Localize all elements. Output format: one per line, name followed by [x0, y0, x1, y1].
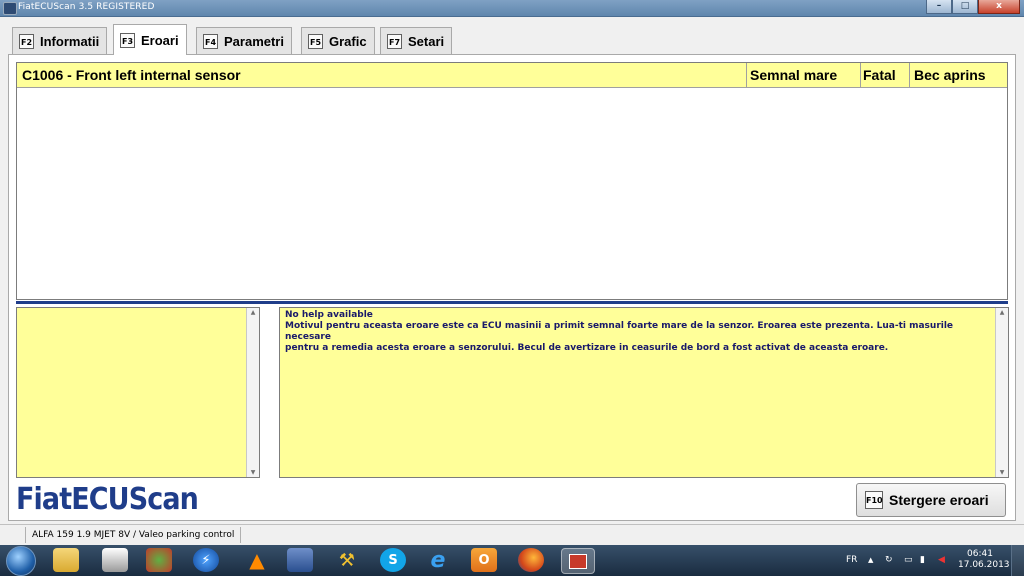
speed-icon[interactable]: ⚡ [193, 548, 219, 572]
column-fatal[interactable]: Fatal [863, 63, 896, 87]
tab-label: Parametri [224, 33, 284, 49]
app-icon[interactable] [3, 2, 17, 15]
tab-label: Setari [408, 33, 445, 49]
minimize-button[interactable]: – [926, 0, 952, 14]
ie-icon[interactable]: e [425, 548, 451, 573]
clock-date: 17.06.2013 [958, 560, 1010, 570]
help-text: No help available Motivul pentru aceasta… [285, 310, 985, 354]
language-indicator[interactable]: FR [846, 545, 857, 576]
close-button[interactable]: x [978, 0, 1020, 14]
f2-key-icon: F2 [19, 33, 34, 49]
volume-icon[interactable]: ◀ [938, 545, 945, 576]
vehicle-status: ALFA 159 1.9 MJET 8V / Valeo parking con… [25, 527, 242, 543]
tab-label: Grafic [329, 33, 367, 49]
column-separator [746, 63, 747, 87]
help-line: pentru a remedia acesta eroare a senzoru… [285, 343, 889, 353]
window-controls: – □ x [926, 0, 1020, 14]
error-info-box[interactable]: ▲ ▼ [16, 307, 260, 478]
status-bar: ALFA 159 1.9 MJET 8V / Valeo parking con… [0, 524, 1024, 545]
tab-setari[interactable]: F7 Setari [380, 27, 453, 54]
title-bar[interactable]: FiatECUScan 3.5 REGISTERED – □ x [0, 0, 1024, 17]
clock-time: 06:41 [967, 549, 993, 559]
network-icon[interactable] [287, 548, 313, 572]
show-desktop-button[interactable] [1011, 545, 1024, 576]
firefox-icon[interactable] [518, 548, 544, 572]
taskbar: ⚡ ▲ ⚒ S e O FR ▲ ↻ ▭ ▮ ◀ 06:41 17.06.201… [0, 545, 1024, 576]
tab-parametri[interactable]: F4 Parametri [196, 27, 292, 54]
f3-key-icon: F3 [120, 32, 135, 48]
errors-table[interactable]: C1006 - Front left internal sensor Semna… [16, 62, 1008, 300]
scroll-down-icon[interactable]: ▼ [996, 469, 1008, 476]
f7-key-icon: F7 [387, 33, 402, 49]
fiatecuscan-icon[interactable] [561, 548, 595, 574]
column-separator [860, 63, 861, 87]
left-scrollbar[interactable]: ▲ ▼ [246, 308, 259, 477]
column-bec-aprins[interactable]: Bec aprins [914, 63, 986, 87]
explorer-icon[interactable] [53, 548, 79, 572]
security-icon[interactable] [146, 548, 172, 572]
tab-label: Eroari [141, 32, 179, 48]
outlook-icon[interactable]: O [471, 548, 497, 572]
sync-icon[interactable]: ↻ [885, 545, 893, 576]
app-icon[interactable] [102, 548, 128, 572]
start-button[interactable] [6, 546, 36, 576]
column-separator [909, 63, 910, 87]
window-title: FiatECUScan 3.5 REGISTERED [18, 2, 155, 12]
clear-errors-label: Stergere eroari [889, 492, 989, 508]
show-hidden-icons[interactable]: ▲ [868, 545, 873, 576]
errors-table-header: C1006 - Front left internal sensor Semna… [17, 63, 1007, 88]
f10-key-icon: F10 [865, 491, 883, 509]
scroll-up-icon[interactable]: ▲ [996, 309, 1008, 316]
tab-informatii[interactable]: F2 Informatii [12, 27, 108, 54]
skype-icon[interactable]: S [380, 548, 406, 572]
section-divider [16, 301, 1008, 304]
tools-icon[interactable]: ⚒ [334, 548, 360, 572]
battery-icon[interactable]: ▭ [904, 545, 913, 576]
maximize-button[interactable]: □ [952, 0, 978, 14]
scroll-down-icon[interactable]: ▼ [247, 469, 259, 476]
tab-grafic[interactable]: F5 Grafic [301, 27, 375, 54]
tab-eroari[interactable]: F3 Eroari [113, 24, 187, 55]
column-semnal-mare[interactable]: Semnal mare [750, 63, 837, 87]
scroll-up-icon[interactable]: ▲ [247, 309, 259, 316]
help-line: No help available [285, 310, 373, 320]
error-code-description[interactable]: C1006 - Front left internal sensor [22, 63, 241, 87]
f5-key-icon: F5 [308, 33, 323, 49]
tab-label: Informatii [40, 33, 100, 49]
help-text-box[interactable]: No help available Motivul pentru aceasta… [279, 307, 1009, 478]
vlc-icon[interactable]: ▲ [244, 548, 270, 572]
f4-key-icon: F4 [203, 33, 218, 49]
fiatecuscan-logo: FiatECUScan [16, 482, 199, 517]
clock[interactable]: 06:41 17.06.2013 [958, 549, 1010, 571]
clear-errors-button[interactable]: F10 Stergere eroari [856, 483, 1006, 517]
help-line: Motivul pentru aceasta eroare este ca EC… [285, 321, 954, 342]
signal-icon[interactable]: ▮ [920, 545, 925, 576]
help-scrollbar[interactable]: ▲ ▼ [995, 308, 1008, 477]
